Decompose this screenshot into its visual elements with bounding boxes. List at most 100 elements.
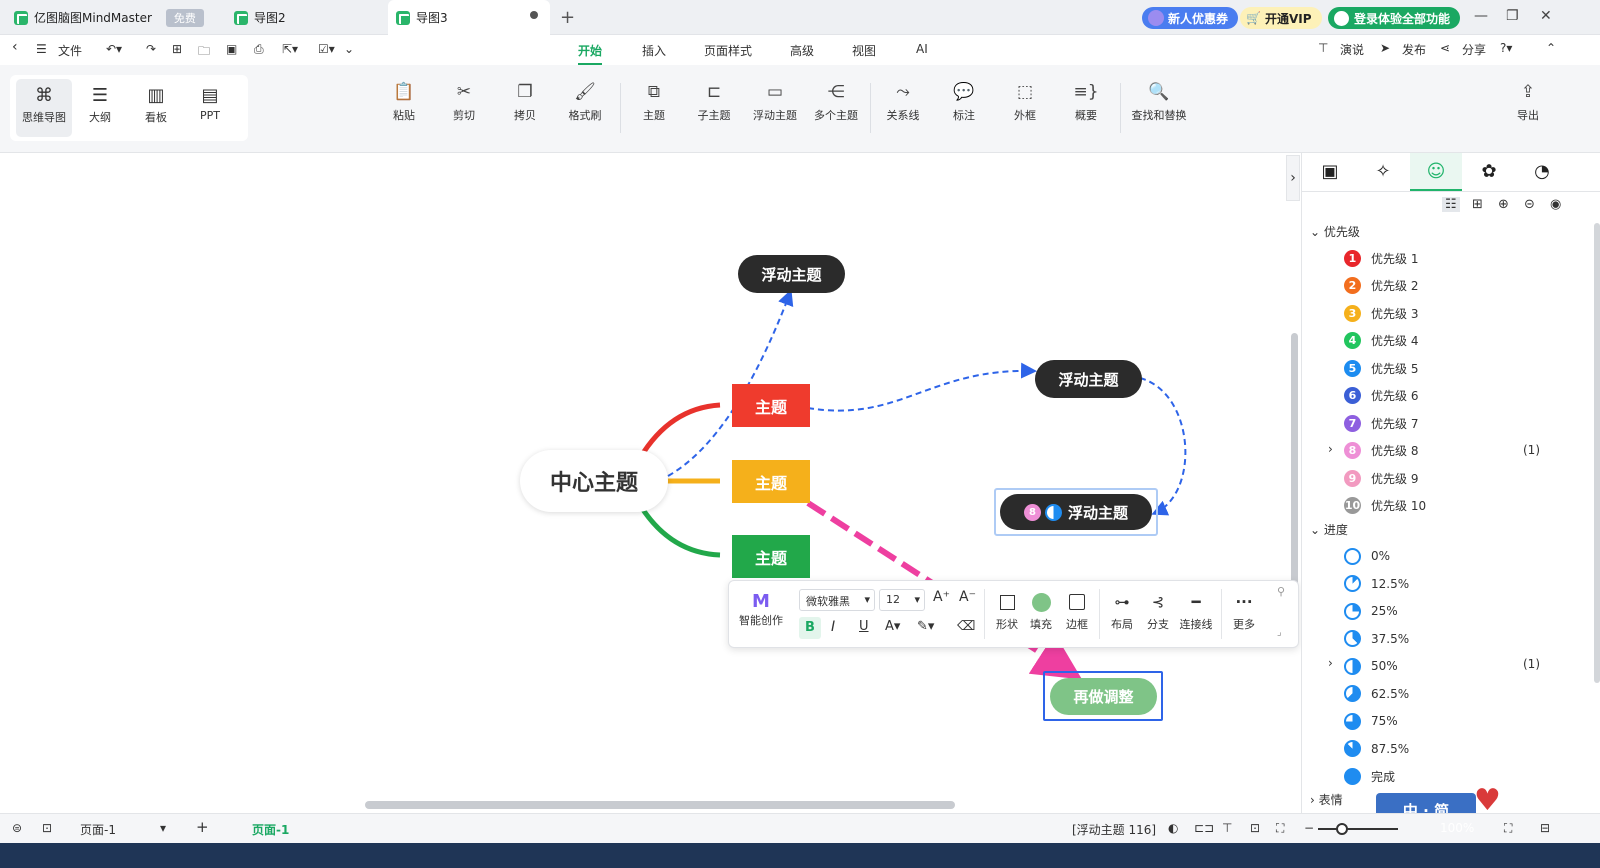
- more-dropdown-icon[interactable]: ⌄: [344, 42, 354, 56]
- font-size-select[interactable]: 12 ▾: [879, 589, 925, 611]
- lock-icon[interactable]: ⊝: [1524, 197, 1535, 212]
- collapse-icon[interactable]: ⊟: [1540, 821, 1550, 835]
- progress-item[interactable]: 75%: [1344, 711, 1398, 731]
- progress-item[interactable]: 37.5%: [1344, 629, 1409, 649]
- progress-item[interactable]: 12.5%: [1344, 574, 1409, 594]
- chevron-right-icon[interactable]: ›: [1328, 442, 1333, 456]
- book-icon[interactable]: ⊏⊐: [1194, 821, 1214, 835]
- priority-item[interactable]: 1 优先级 1: [1344, 248, 1418, 268]
- priority-item[interactable]: 2 优先级 2: [1344, 276, 1418, 296]
- present-icon[interactable]: ⊤: [1318, 41, 1328, 55]
- increase-font-icon[interactable]: A⁺: [933, 589, 950, 605]
- format-painter-button[interactable]: 🖌 格式刷: [553, 83, 617, 123]
- export-file-icon[interactable]: ⇱▾: [282, 42, 298, 56]
- login-button[interactable]: 登录体验全部功能: [1328, 7, 1461, 29]
- undo-icon[interactable]: ↶▾: [106, 42, 122, 56]
- panel-tab-marker[interactable]: ☺: [1410, 153, 1462, 191]
- publish-button[interactable]: 发布: [1402, 41, 1426, 58]
- share-icon[interactable]: ⋖: [1440, 41, 1450, 55]
- progress-item[interactable]: 0%: [1344, 546, 1390, 566]
- zoom-out-icon[interactable]: −: [1304, 821, 1314, 835]
- menu-tab-view[interactable]: 视图: [852, 42, 876, 59]
- menu-tab-insert[interactable]: 插入: [642, 42, 666, 59]
- menu-tab-advanced[interactable]: 高级: [790, 42, 814, 59]
- paste-button[interactable]: 📋 粘贴: [372, 83, 436, 123]
- new-user-coupon-button[interactable]: 新人优惠券: [1142, 7, 1239, 29]
- chevron-right-icon[interactable]: ›: [1328, 656, 1333, 670]
- view-mindmap-button[interactable]: ⌘ 思维导图: [16, 79, 72, 137]
- zoom-slider-handle[interactable]: [1336, 823, 1348, 835]
- redo-topic[interactable]: 再做调整: [1050, 678, 1157, 715]
- export-button[interactable]: ⇪ 导出: [1496, 83, 1560, 123]
- layout-button[interactable]: ⊶ 布局: [1107, 593, 1137, 632]
- panel-tab-ai[interactable]: ✧: [1357, 153, 1409, 191]
- progress-item[interactable]: 62.5%: [1344, 684, 1409, 704]
- new-tab-button[interactable]: +: [560, 0, 575, 35]
- cut-button[interactable]: ✂ 剪切: [432, 83, 496, 123]
- highlight-button[interactable]: ✎▾: [917, 619, 934, 634]
- connector-button[interactable]: ━ 连接线: [1177, 593, 1215, 632]
- panel-tab-theme[interactable]: ✿: [1463, 153, 1515, 191]
- panel-toggle-icon[interactable]: ›: [1286, 155, 1300, 201]
- tab-map3[interactable]: 导图3: [388, 0, 550, 35]
- view-outline-button[interactable]: ☰ 大纲: [72, 79, 128, 137]
- publish-icon[interactable]: ➤: [1380, 41, 1390, 55]
- page-select[interactable]: 页面-1 ▾: [74, 818, 170, 840]
- mindmap-canvas[interactable]: 中心主题 主题 主题 主题 浮动主题 浮动主题 8 浮动主题 再做调整 ›: [0, 153, 1300, 813]
- panel-tab-history[interactable]: ◔: [1516, 153, 1568, 191]
- checklist-icon[interactable]: ☑▾: [318, 42, 335, 56]
- italic-button[interactable]: I: [831, 619, 835, 635]
- topic-button[interactable]: ⧉ 主题: [622, 83, 686, 123]
- page-view-icon[interactable]: ⊡: [42, 821, 52, 835]
- open-folder-icon[interactable]: 🗀: [198, 42, 210, 63]
- emotion-section-header[interactable]: › 表情: [1310, 791, 1343, 808]
- horizontal-scrollbar[interactable]: [365, 801, 955, 809]
- relationship-button[interactable]: ⤳ 关系线: [871, 83, 935, 123]
- summary-button[interactable]: ≡} 概要: [1054, 83, 1118, 123]
- zoom-slider[interactable]: [1318, 828, 1398, 830]
- tab-map2[interactable]: 导图2: [234, 0, 286, 35]
- list-view-icon[interactable]: ☷: [1442, 197, 1460, 212]
- vip-button[interactable]: 🛒 开通VIP: [1240, 7, 1322, 29]
- present-button[interactable]: 演说: [1340, 41, 1364, 58]
- shape-button[interactable]: 形状: [993, 593, 1021, 632]
- progress-50-marker-icon[interactable]: [1044, 503, 1062, 521]
- theme-toggle-icon[interactable]: ◐: [1168, 821, 1178, 835]
- progress-item[interactable]: 25%: [1344, 601, 1398, 621]
- priority-item[interactable]: 4 优先级 4: [1344, 331, 1418, 351]
- central-topic[interactable]: 中心主题: [520, 450, 668, 512]
- fit-screen-icon[interactable]: ⛶: [1504, 821, 1512, 836]
- progress-item[interactable]: 50%: [1344, 656, 1398, 676]
- tab-app[interactable]: 亿图脑图MindMaster 免费: [14, 0, 204, 35]
- boundary-button[interactable]: ⬚ 外框: [993, 83, 1057, 123]
- close-icon[interactable]: ✕: [1540, 8, 1552, 24]
- menu-tab-ai[interactable]: AI: [916, 42, 928, 56]
- branch-button[interactable]: ⊰ 分支: [1143, 593, 1173, 632]
- view-ppt-button[interactable]: ▤ PPT: [182, 79, 238, 137]
- minimize-icon[interactable]: —: [1474, 8, 1488, 24]
- panel-tab-style[interactable]: ▣: [1304, 153, 1356, 191]
- find-replace-button[interactable]: 🔍 查找和替换: [1126, 83, 1192, 123]
- progress-section-header[interactable]: ⌄ 进度: [1310, 521, 1348, 538]
- main-topic-green[interactable]: 主题: [732, 535, 810, 578]
- floating-topic-button[interactable]: ▭ 浮动主题: [743, 83, 807, 123]
- decrease-font-icon[interactable]: A⁻: [959, 589, 976, 605]
- clear-format-icon[interactable]: ⌫: [957, 619, 975, 634]
- eye-icon[interactable]: ◉: [1550, 197, 1561, 212]
- priority-item[interactable]: 6 优先级 6: [1344, 386, 1418, 406]
- pin-icon[interactable]: ⚲: [1277, 585, 1285, 598]
- multiple-topics-button[interactable]: ⋲ 多个主题: [804, 83, 868, 123]
- restore-icon[interactable]: ❐: [1506, 8, 1519, 24]
- back-icon[interactable]: ‹: [12, 39, 18, 55]
- print-icon[interactable]: ⎙: [254, 42, 264, 57]
- more-button[interactable]: ··· 更多: [1229, 593, 1259, 632]
- file-menu[interactable]: 文件: [58, 42, 82, 59]
- priority-8-marker[interactable]: 8: [1023, 503, 1041, 521]
- border-button[interactable]: 边框: [1063, 593, 1091, 632]
- view-kanban-button[interactable]: ▥ 看板: [128, 79, 184, 137]
- priority-item[interactable]: 8 优先级 8: [1344, 441, 1418, 461]
- main-topic-red[interactable]: 主题: [732, 384, 810, 427]
- priority-item[interactable]: 7 优先级 7: [1344, 413, 1418, 433]
- font-family-select[interactable]: 微软雅黑 ▾: [799, 589, 875, 611]
- fill-button[interactable]: 填充: [1027, 593, 1055, 632]
